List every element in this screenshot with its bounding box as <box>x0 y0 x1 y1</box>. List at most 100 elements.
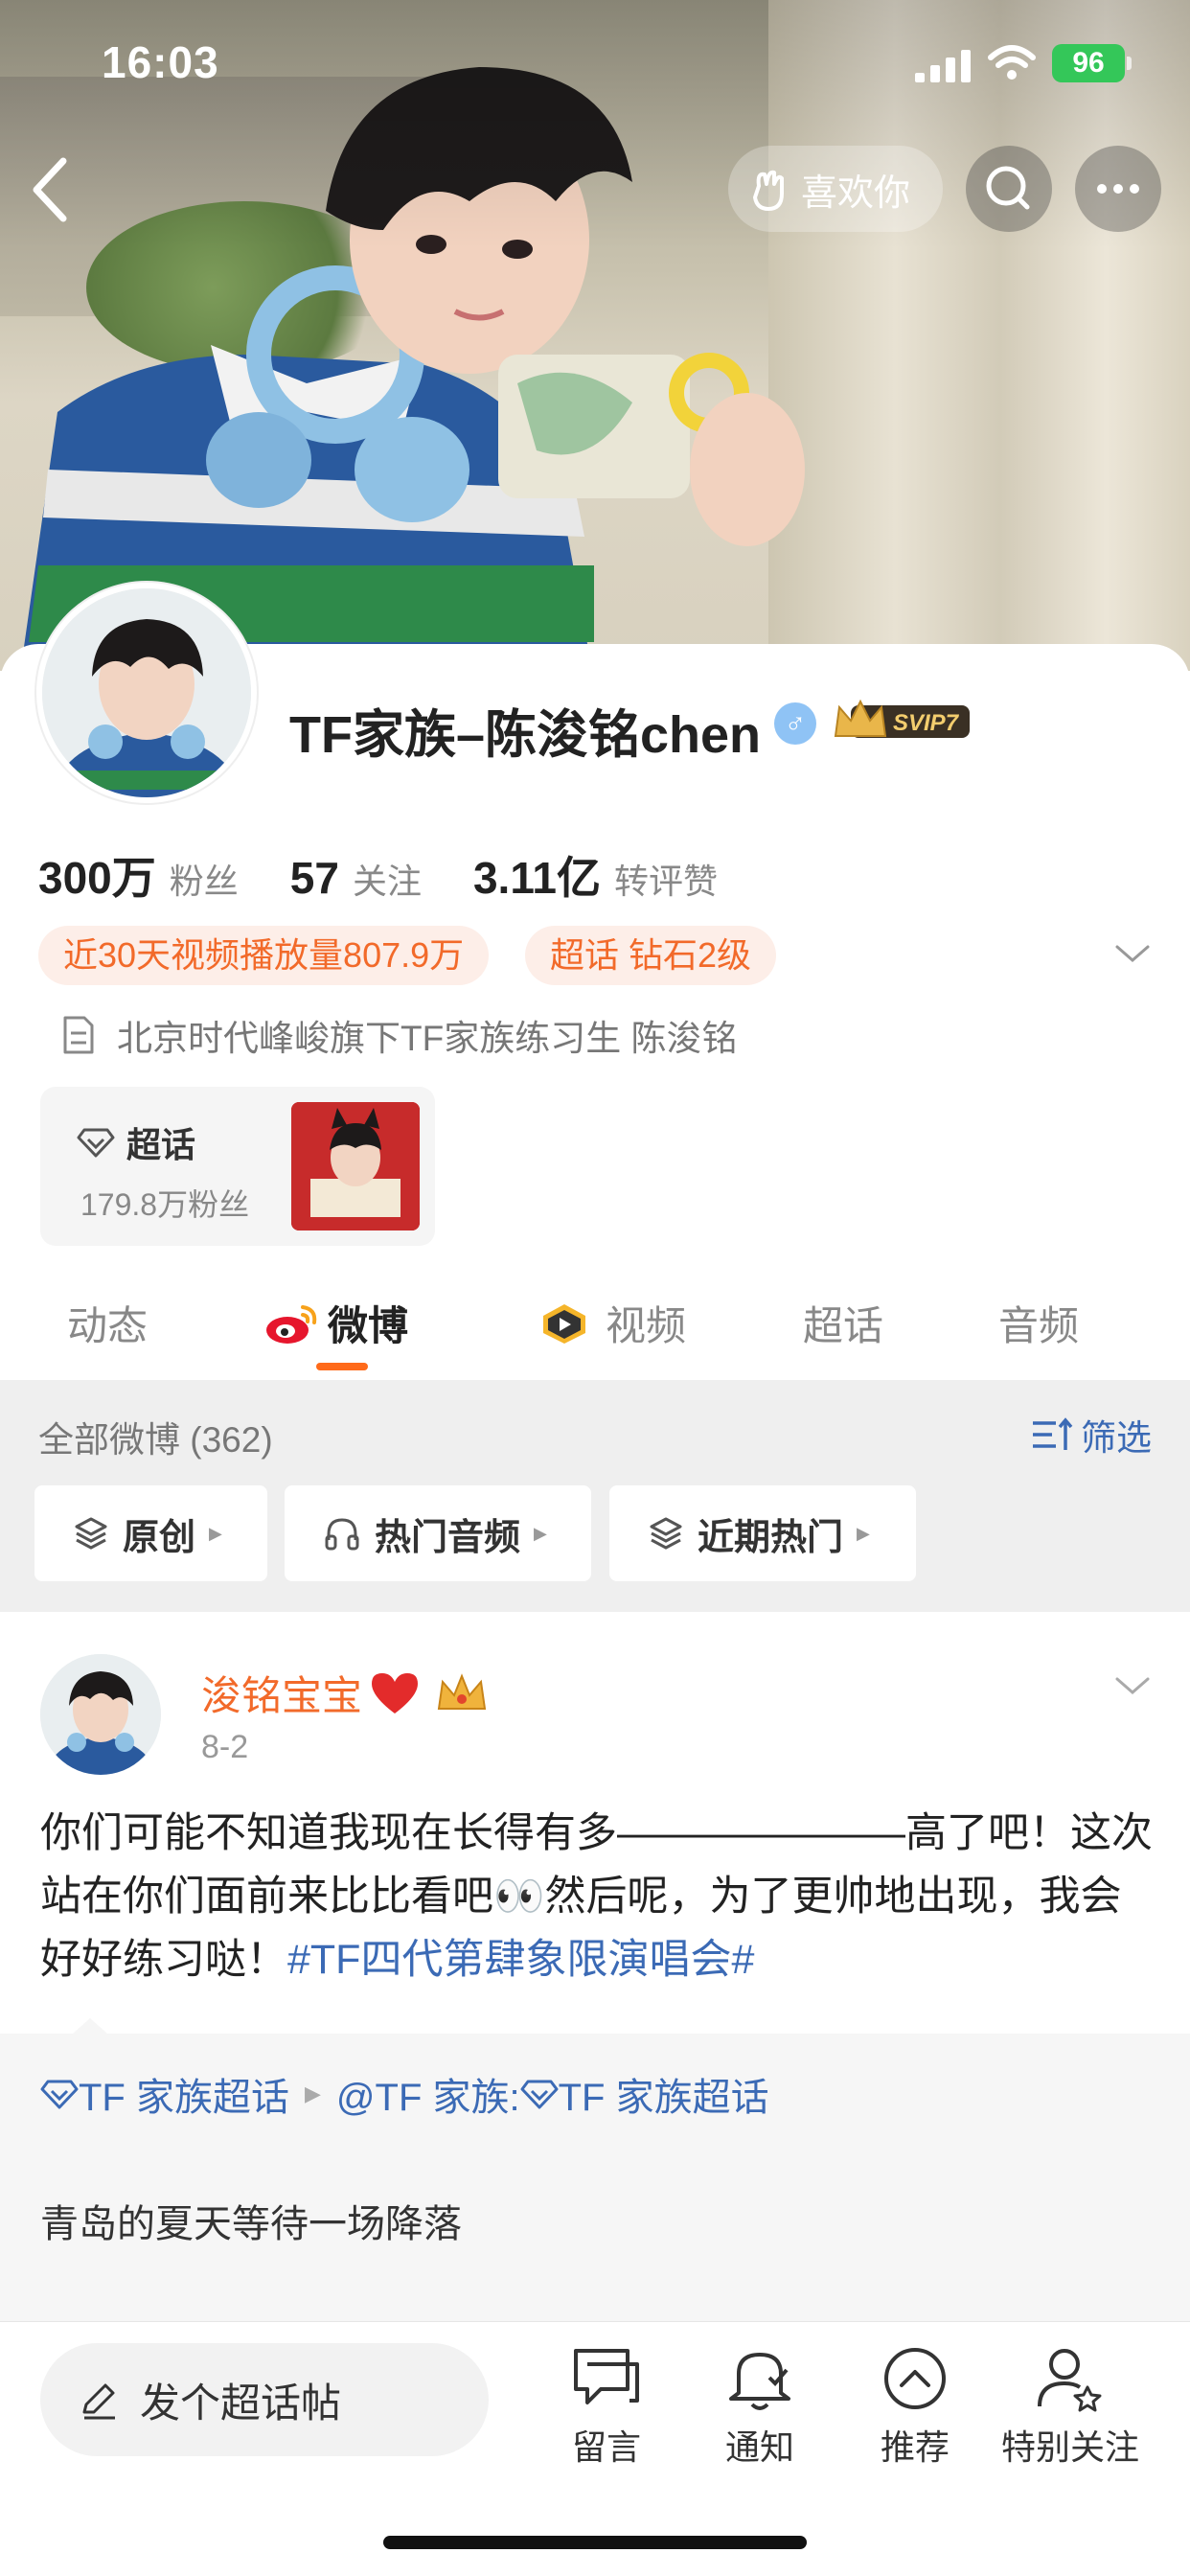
svip-badge-icon[interactable]: SVIP7 <box>832 698 973 746</box>
super-topic-cover-image <box>291 1102 420 1230</box>
tab-dynamic[interactable]: 动态 <box>67 1294 148 1352</box>
diamond-icon <box>520 2080 559 2109</box>
filter-label: 筛选 <box>1081 1418 1152 1458</box>
tab-video-label: 视频 <box>606 1303 687 1348</box>
followers-count[interactable]: 300万 <box>38 843 156 907</box>
red-heart-icon <box>372 1672 419 1714</box>
tab-weibo[interactable]: 微博 <box>264 1294 408 1352</box>
repost-block[interactable]: TF 家族超话 ▶ @TF 家族: TF 家族超话 青岛的夏天等待一场降落 <box>0 2018 1190 2321</box>
chip-original[interactable]: 原创 ▶ <box>34 1485 267 1581</box>
post-author[interactable]: 浚铭宝宝 <box>201 1664 491 1722</box>
home-indicator <box>383 2536 807 2549</box>
compose-post-button[interactable]: 发个超话帖 <box>40 2343 489 2456</box>
search-icon <box>986 166 1030 210</box>
comment-bubble-icon <box>574 2349 639 2404</box>
post-date: 8-2 <box>201 1729 249 1765</box>
tab-weibo-label: 微博 <box>328 1303 409 1348</box>
repost-source-line: TF 家族超话 ▶ @TF 家族: TF 家族超话 <box>40 2066 769 2122</box>
repost-separator: ▶ <box>304 2082 321 2105</box>
cellular-signal-icon <box>915 50 971 82</box>
crown-badge-icon <box>437 1672 487 1710</box>
chip-recent-hot[interactable]: 近期热门 ▶ <box>609 1485 916 1581</box>
post-author-name: 浚铭宝宝 <box>201 1673 363 1718</box>
search-button[interactable] <box>966 146 1052 232</box>
post-author-avatar[interactable] <box>40 1654 161 1775</box>
profile-stats: 300万 粉丝 57 关注 3.11亿 转评赞 <box>38 843 769 904</box>
super-topic-thumbnail <box>291 1102 420 1230</box>
special-follow-button[interactable]: 特别关注 <box>998 2343 1142 2470</box>
layers-icon <box>650 1517 682 1550</box>
comment-button[interactable]: 留言 <box>535 2343 678 2470</box>
battery-indicator: 96 <box>1052 44 1132 82</box>
post-body: 你们可能不知道我现在长得有多———————高了吧！这次站在你们面前来比比看吧👀然… <box>40 1802 1161 1991</box>
interactions-label: 转评赞 <box>613 862 718 901</box>
repost-mention-topic[interactable]: TF 家族超话 <box>559 2066 769 2122</box>
tab-video[interactable]: 视频 <box>537 1294 686 1352</box>
gender-male-icon: ♂ <box>774 702 816 745</box>
post-card[interactable]: 浚铭宝宝 8-2 你们可能不知道我现在长得有多———————高了吧！这次站在你们… <box>0 1612 1190 2034</box>
like-you-button[interactable]: 喜欢你 <box>728 146 943 232</box>
following-label[interactable]: 关注 <box>353 854 422 904</box>
back-arrow-icon[interactable] <box>25 153 79 226</box>
super-topic-level-tag[interactable]: 超话 钻石2级 <box>525 926 777 985</box>
bio-text: 北京时代峰峻旗下TF家族练习生 陈浚铭 <box>117 1019 738 1058</box>
post-menu-chevron-icon[interactable] <box>1113 1673 1152 1698</box>
following-count[interactable]: 57 <box>290 852 339 904</box>
video-play-icon <box>543 1303 585 1344</box>
notify-button[interactable]: 通知 <box>688 2343 832 2470</box>
status-time: 16:03 <box>102 37 219 87</box>
repost-mention[interactable]: @TF 家族: <box>336 2066 520 2122</box>
compose-label: 发个超话帖 <box>140 2380 342 2426</box>
weibo-logo-icon <box>266 1304 317 1344</box>
more-dots-icon <box>1097 184 1139 194</box>
person-star-icon <box>1038 2349 1102 2412</box>
diamond-icon <box>40 2080 79 2109</box>
filter-icon <box>1033 1417 1073 1450</box>
repost-text: 青岛的夏天等待一场降落 <box>40 2203 462 2245</box>
active-tab-indicator <box>316 1363 368 1370</box>
hand-heart-icon <box>753 170 784 211</box>
interactions-count: 3.11亿 <box>472 853 601 903</box>
chip-hot-audio[interactable]: 热门音频 ▶ <box>285 1485 591 1581</box>
super-topic-fans: 179.8万粉丝 <box>80 1187 250 1222</box>
more-options-button[interactable] <box>1075 146 1161 232</box>
profile-bio: 北京时代峰峻旗下TF家族练习生 陈浚铭 <box>59 1008 737 1062</box>
avatar-image <box>42 588 251 797</box>
filter-button[interactable]: 筛选 <box>1031 1409 1152 1460</box>
profile-tabs: 动态 微博 视频 超话 音频 <box>0 1275 1190 1380</box>
recommend-button[interactable]: 推荐 <box>843 2343 987 2470</box>
author-avatar-image <box>40 1654 161 1775</box>
chip-hot-audio-label: 热门音频 <box>375 1517 521 1558</box>
comment-label: 留言 <box>571 2427 641 2467</box>
bell-icon <box>729 2353 790 2410</box>
svip-label: SVIP7 <box>893 710 960 736</box>
wifi-icon <box>988 45 1036 80</box>
super-topic-title: 超话 <box>77 1117 195 1167</box>
up-circle-icon <box>884 2348 946 2409</box>
tab-super-topic-label: 超话 <box>803 1303 884 1348</box>
tab-audio[interactable]: 音频 <box>998 1294 1079 1352</box>
like-you-label: 喜欢你 <box>801 172 911 214</box>
recommend-label: 推荐 <box>880 2427 950 2467</box>
diamond-icon <box>77 1128 115 1158</box>
repost-source[interactable]: TF 家族超话 <box>79 2066 289 2122</box>
layers-icon <box>75 1517 107 1550</box>
status-bar: 16:03 96 <box>0 0 1190 126</box>
notify-label: 通知 <box>724 2427 794 2467</box>
all-posts-count: 全部微博 (362) <box>38 1420 273 1460</box>
chevron-down-icon[interactable] <box>1113 941 1152 966</box>
super-topic-card[interactable]: 超话 179.8万粉丝 <box>40 1087 435 1246</box>
profile-name: TF家族–陈浚铭chen <box>289 706 762 764</box>
feed-header: 全部微博 (362) 筛选 原创 ▶ 热门音频 ▶ 近期热门 ▶ <box>0 1380 1190 1612</box>
chip-recent-hot-label: 近期热门 <box>698 1517 844 1558</box>
tab-audio-label: 音频 <box>998 1303 1080 1348</box>
tab-super-topic[interactable]: 超话 <box>803 1294 883 1352</box>
post-topic-link[interactable]: #TF四代第肆象限演唱会# <box>287 1937 754 1983</box>
headphones-icon <box>325 1518 359 1551</box>
pencil-icon <box>82 2383 115 2420</box>
video-views-tag[interactable]: 近30天视频播放量807.9万 <box>38 926 490 985</box>
profile-avatar[interactable] <box>36 583 257 803</box>
followers-label[interactable]: 粉丝 <box>170 854 239 904</box>
tab-dynamic-label: 动态 <box>67 1303 149 1348</box>
repost-notch <box>73 2018 107 2034</box>
